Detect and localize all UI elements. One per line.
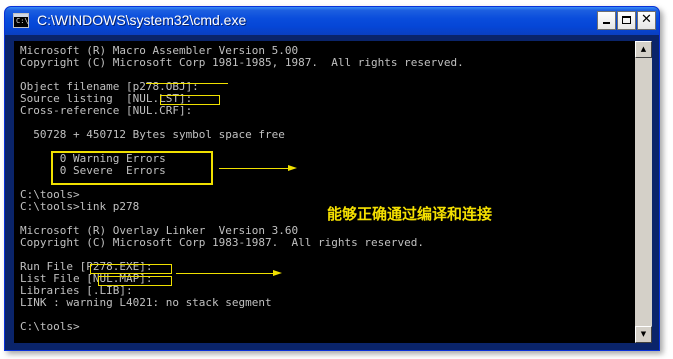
close-button[interactable]: ✕ bbox=[637, 11, 656, 30]
console-line: LINK : warning L4021: no stack segment bbox=[20, 296, 272, 309]
console-line: Cross-reference [NUL.CRF]: bbox=[20, 104, 193, 117]
console-output[interactable]: Microsoft (R) Macro Assembler Version 5.… bbox=[14, 41, 635, 343]
cmd-app-icon[interactable]: C:\ bbox=[13, 13, 29, 28]
minimize-icon bbox=[603, 22, 610, 24]
console-line: Copyright (C) Microsoft Corp 1983-1987. … bbox=[20, 236, 424, 249]
errors-highlight-box bbox=[51, 151, 213, 185]
console-line: C:\tools> bbox=[20, 320, 80, 333]
highlight-list-file bbox=[98, 276, 172, 286]
title-bar[interactable]: C:\ C:\WINDOWS\system32\cmd.exe ✕ bbox=[5, 7, 659, 35]
errors-arrow bbox=[219, 165, 297, 171]
maximize-button[interactable] bbox=[617, 11, 636, 30]
scroll-up-arrow-icon[interactable]: ▲ bbox=[635, 41, 652, 58]
highlight-run-file bbox=[90, 264, 172, 274]
scroll-down-arrow-icon[interactable]: ▼ bbox=[635, 326, 652, 343]
run-file-arrow bbox=[176, 270, 282, 276]
cmd-window: C:\ C:\WINDOWS\system32\cmd.exe ✕ Micros… bbox=[4, 6, 660, 351]
minimize-button[interactable] bbox=[597, 11, 616, 30]
vertical-scrollbar[interactable]: ▲ ▼ bbox=[635, 41, 652, 343]
maximize-icon bbox=[622, 16, 631, 24]
highlight-obj-filename bbox=[146, 83, 228, 84]
window-title: C:\WINDOWS\system32\cmd.exe bbox=[37, 12, 247, 28]
compile-link-annotation: 能够正确通过编译和连接 bbox=[327, 205, 493, 223]
highlight-source-listing bbox=[160, 95, 220, 105]
cmd-app-icon-text: C:\ bbox=[16, 17, 29, 25]
console-line: Copyright (C) Microsoft Corp 1981-1985, … bbox=[20, 56, 464, 69]
console-line: 50728 + 450712 Bytes symbol space free bbox=[20, 128, 285, 141]
console-line: C:\tools>link p278 bbox=[20, 200, 140, 213]
